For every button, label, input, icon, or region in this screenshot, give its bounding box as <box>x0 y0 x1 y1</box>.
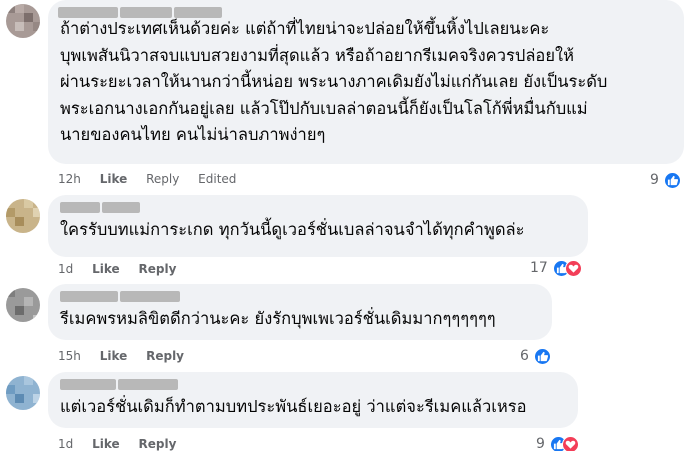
comment-bubble: ถ้าต่างประเทศเห็นด้วยค่ะ แต่ถ้าที่ไทยน่า… <box>48 0 684 164</box>
love-icon <box>565 259 583 277</box>
comment-bubble: รีเมคพรหมลิขิตดีกว่านะคะ ยังรักบุพเพเวอร… <box>48 284 552 340</box>
reaction-count: 6 <box>520 348 529 364</box>
like-button[interactable]: Like <box>92 437 120 451</box>
comment-actions: 15h Like Reply <box>58 349 199 363</box>
reaction-count: 9 <box>536 436 545 451</box>
reaction-count: 17 <box>530 260 548 276</box>
reaction-summary[interactable]: 9 <box>536 434 580 451</box>
reaction-summary[interactable]: 17 <box>530 258 583 278</box>
timestamp[interactable]: 1d <box>58 437 73 451</box>
comment-actions: 1d Like Reply <box>58 437 191 451</box>
timestamp[interactable]: 12h <box>58 172 81 186</box>
timestamp[interactable]: 15h <box>58 349 81 363</box>
reply-button[interactable]: Reply <box>138 437 176 451</box>
reaction-summary[interactable]: 6 <box>520 346 552 366</box>
love-icon <box>562 435 580 451</box>
like-icon <box>664 171 682 189</box>
comment-actions: 12h Like Reply Edited <box>58 172 251 186</box>
like-button[interactable]: Like <box>100 172 128 186</box>
reaction-summary[interactable]: 9 <box>650 170 682 190</box>
blurred-author-name[interactable] <box>60 291 182 302</box>
avatar[interactable] <box>6 288 40 322</box>
avatar[interactable] <box>6 199 40 233</box>
edited-label[interactable]: Edited <box>198 172 236 186</box>
timestamp[interactable]: 1d <box>58 262 73 276</box>
like-button[interactable]: Like <box>92 262 120 276</box>
reply-button[interactable]: Reply <box>146 349 184 363</box>
avatar[interactable] <box>6 376 40 410</box>
like-button[interactable]: Like <box>100 349 128 363</box>
reply-button[interactable]: Reply <box>138 262 176 276</box>
comment-bubble: แต่เวอร์ชั่นเดิมก็ทำตามบทประพันธ์เยอะอยู… <box>48 372 578 428</box>
comment-actions: 1d Like Reply <box>58 262 191 276</box>
comment-bubble: ใครรับบทแม่การะเกด ทุกวันนี้ดูเวอร์ชั่นเ… <box>48 195 588 257</box>
comment-text: ใครรับบทแม่การะเกด ทุกวันนี้ดูเวอร์ชั่นเ… <box>60 220 525 239</box>
like-icon <box>534 347 552 365</box>
comment-text: แต่เวอร์ชั่นเดิมก็ทำตามบทประพันธ์เยอะอยู… <box>60 397 527 416</box>
blurred-author-name[interactable] <box>60 379 180 390</box>
comment-text: ถ้าต่างประเทศเห็นด้วยค่ะ แต่ถ้าที่ไทยน่า… <box>60 19 608 144</box>
reaction-count: 9 <box>650 172 659 188</box>
avatar[interactable] <box>6 4 40 38</box>
blurred-author-name[interactable] <box>60 202 142 213</box>
comment-text: รีเมคพรหมลิขิตดีกว่านะคะ ยังรักบุพเพเวอร… <box>60 309 496 328</box>
reply-button[interactable]: Reply <box>146 172 179 186</box>
